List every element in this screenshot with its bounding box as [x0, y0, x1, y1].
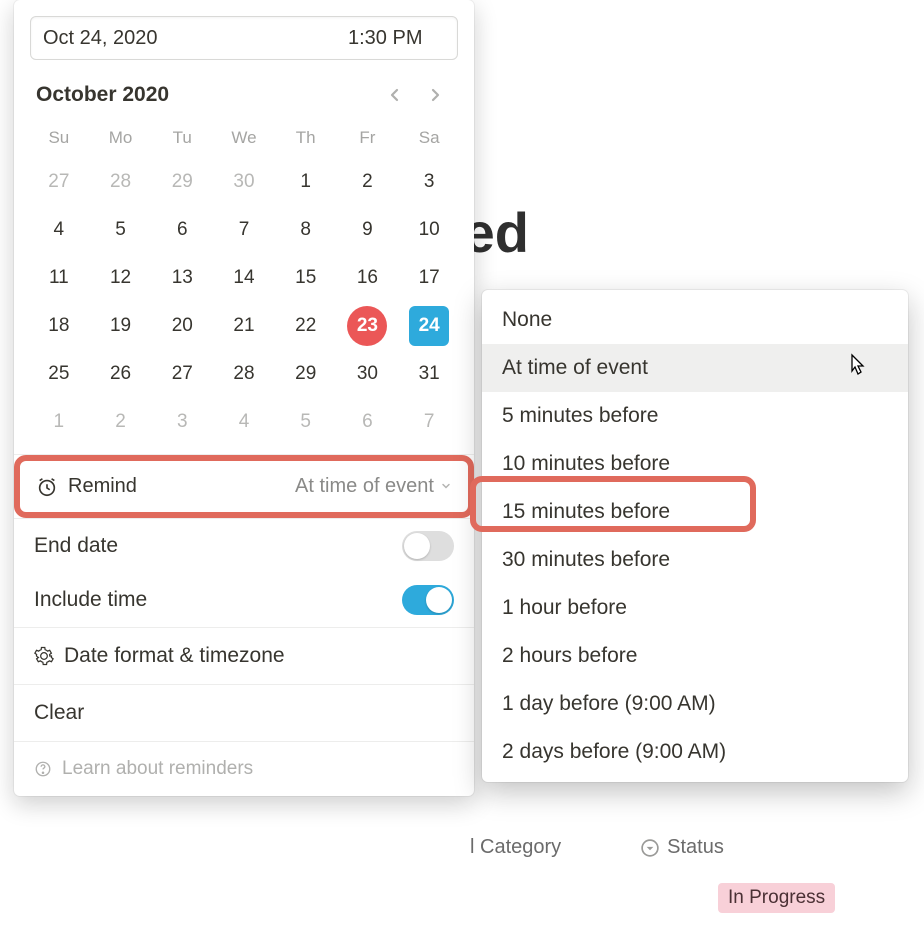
calendar-day[interactable]: 7	[398, 398, 460, 446]
time-input[interactable]	[320, 17, 625, 59]
include-time-row[interactable]: Include time	[14, 573, 474, 627]
dow-header: Mo	[90, 118, 152, 158]
date-time-input-row	[30, 16, 458, 60]
calendar-day[interactable]: 4	[213, 398, 275, 446]
calendar-day[interactable]: 30	[337, 350, 399, 398]
calendar-day[interactable]: 26	[90, 350, 152, 398]
remind-value: At time of event	[295, 475, 452, 498]
next-month-button[interactable]	[418, 78, 452, 112]
calendar-day[interactable]: 1	[275, 158, 337, 206]
clear-button[interactable]: Clear	[14, 685, 474, 741]
calendar-day[interactable]: 21	[213, 302, 275, 350]
month-nav-row: October 2020	[14, 78, 474, 118]
end-date-row[interactable]: End date	[14, 519, 474, 573]
dow-header: Su	[28, 118, 90, 158]
dow-header: Tu	[151, 118, 213, 158]
remind-row[interactable]: Remind At time of event	[20, 461, 468, 512]
dow-header: We	[213, 118, 275, 158]
end-date-toggle[interactable]	[402, 531, 454, 561]
remind-option[interactable]: 5 minutes before	[482, 392, 908, 440]
status-property[interactable]: Status	[641, 836, 724, 859]
remind-row-highlight: Remind At time of event	[14, 455, 474, 518]
calendar-day[interactable]: 12	[90, 254, 152, 302]
calendar-day[interactable]: 16	[337, 254, 399, 302]
calendar-day[interactable]: 11	[28, 254, 90, 302]
calendar-day[interactable]: 9	[337, 206, 399, 254]
status-badge[interactable]: In Progress	[718, 883, 835, 913]
remind-option[interactable]: 15 minutes before	[482, 488, 908, 536]
calendar-day[interactable]: 28	[213, 350, 275, 398]
calendar-day[interactable]: 29	[151, 158, 213, 206]
chevron-down-icon	[440, 475, 452, 498]
remind-option[interactable]: None	[482, 296, 908, 344]
calendar-day[interactable]: 30	[213, 158, 275, 206]
remind-option[interactable]: At time of event	[482, 344, 908, 392]
clear-label: Clear	[34, 701, 84, 725]
learn-label: Learn about reminders	[62, 758, 253, 780]
calendar-day[interactable]: 3	[151, 398, 213, 446]
property-header-row: l Category Status	[470, 836, 724, 859]
category-property[interactable]: l Category	[470, 836, 561, 859]
date-input[interactable]	[31, 17, 320, 59]
remind-option[interactable]: 2 days before (9:00 AM)	[482, 728, 908, 776]
calendar-day[interactable]: 20	[151, 302, 213, 350]
calendar-day[interactable]: 3	[398, 158, 460, 206]
calendar-day[interactable]: 28	[90, 158, 152, 206]
calendar-day[interactable]: 25	[28, 350, 90, 398]
date-format-label: Date format & timezone	[64, 644, 285, 668]
calendar-day[interactable]: 27	[28, 158, 90, 206]
end-date-label: End date	[34, 534, 118, 558]
calendar-day[interactable]: 22	[275, 302, 337, 350]
help-icon	[34, 760, 52, 778]
remind-option[interactable]: 1 day before (9:00 AM)	[482, 680, 908, 728]
calendar-day[interactable]: 31	[398, 350, 460, 398]
alarm-icon	[36, 476, 58, 498]
calendar-day[interactable]: 5	[90, 206, 152, 254]
include-time-label: Include time	[34, 588, 147, 612]
gear-icon	[34, 646, 54, 666]
calendar-day[interactable]: 14	[213, 254, 275, 302]
calendar-day[interactable]: 1	[28, 398, 90, 446]
calendar-day[interactable]: 10	[398, 206, 460, 254]
prev-month-button[interactable]	[378, 78, 412, 112]
remind-options-menu: NoneAt time of event5 minutes before10 m…	[482, 290, 908, 782]
remind-option[interactable]: 30 minutes before	[482, 536, 908, 584]
remind-option[interactable]: 1 hour before	[482, 584, 908, 632]
month-label: October 2020	[36, 83, 372, 107]
status-label: Status	[667, 836, 724, 859]
calendar-grid: SuMoTuWeThFrSa27282930123456789101112131…	[14, 118, 474, 454]
calendar-day[interactable]: 8	[275, 206, 337, 254]
calendar-day[interactable]: 19	[90, 302, 152, 350]
remind-option[interactable]: 10 minutes before	[482, 440, 908, 488]
cursor-icon	[844, 352, 868, 384]
dow-header: Fr	[337, 118, 399, 158]
calendar-day[interactable]: 6	[151, 206, 213, 254]
learn-reminders-link[interactable]: Learn about reminders	[14, 742, 474, 796]
calendar-day[interactable]: 18	[28, 302, 90, 350]
include-time-toggle[interactable]	[402, 585, 454, 615]
category-label: l Category	[470, 836, 561, 859]
dow-header: Th	[275, 118, 337, 158]
date-format-row[interactable]: Date format & timezone	[14, 628, 474, 684]
date-picker-panel: October 2020 SuMoTuWeThFrSa2728293012345…	[14, 0, 474, 796]
calendar-day[interactable]: 23	[337, 302, 399, 350]
calendar-day[interactable]: 13	[151, 254, 213, 302]
calendar-day[interactable]: 27	[151, 350, 213, 398]
calendar-day[interactable]: 2	[90, 398, 152, 446]
remind-option[interactable]: 2 hours before	[482, 632, 908, 680]
calendar-day[interactable]: 7	[213, 206, 275, 254]
remind-label: Remind	[68, 475, 137, 498]
calendar-day[interactable]: 4	[28, 206, 90, 254]
calendar-day[interactable]: 6	[337, 398, 399, 446]
calendar-day[interactable]: 15	[275, 254, 337, 302]
dropdown-icon	[641, 839, 659, 857]
dow-header: Sa	[398, 118, 460, 158]
calendar-day[interactable]: 2	[337, 158, 399, 206]
calendar-day[interactable]: 24	[398, 302, 460, 350]
calendar-day[interactable]: 17	[398, 254, 460, 302]
calendar-day[interactable]: 5	[275, 398, 337, 446]
calendar-day[interactable]: 29	[275, 350, 337, 398]
